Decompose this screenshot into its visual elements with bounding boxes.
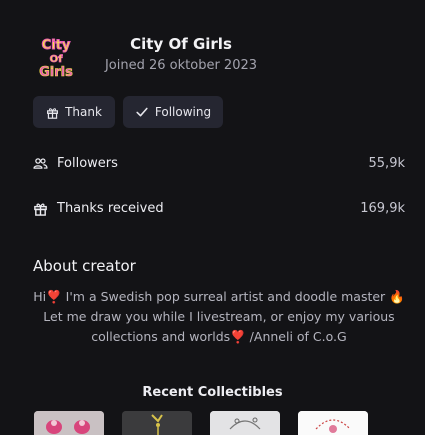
svg-text:Of: Of — [50, 54, 64, 65]
check-icon — [136, 107, 148, 117]
thank-button[interactable]: Thank — [33, 96, 115, 128]
svg-text:City: City — [42, 38, 71, 53]
about-text: Hi❣️ I'm a Swedish pop surreal artist an… — [33, 289, 405, 344]
following-button[interactable]: Following — [123, 96, 223, 128]
collectible-image — [34, 411, 104, 435]
collectible-thumbnail[interactable] — [122, 411, 192, 435]
thank-button-label: Thank — [65, 105, 102, 119]
gift-icon — [34, 203, 47, 216]
collectible-thumbnail[interactable] — [34, 411, 104, 435]
collectible-thumbnail[interactable] — [210, 411, 280, 435]
following-button-label: Following — [154, 105, 212, 119]
collectible-image — [298, 411, 368, 435]
thanks-count: 169,9k — [360, 200, 405, 216]
thanks-received-row: Thanks received 169,9k — [33, 198, 405, 218]
profile-name: City Of Girls — [130, 35, 232, 53]
followers-row[interactable]: Followers 55,9k — [33, 153, 405, 173]
avatar-logo: City Of Girls — [33, 34, 79, 80]
gift-icon — [47, 107, 59, 119]
recent-collectibles-title: Recent Collectibles — [142, 385, 283, 400]
about-title: About creator — [33, 257, 136, 275]
users-icon — [33, 157, 48, 169]
avatar[interactable]: City Of Girls — [33, 34, 79, 80]
svg-text:Girls: Girls — [39, 65, 73, 80]
join-date: Joined 26 oktober 2023 — [104, 58, 258, 73]
collectible-image — [210, 411, 280, 435]
collectible-thumbnail[interactable] — [298, 411, 368, 435]
followers-label: Followers — [57, 155, 118, 171]
collectible-image — [122, 411, 192, 435]
thanks-label: Thanks received — [57, 200, 164, 216]
followers-count: 55,9k — [368, 155, 405, 171]
